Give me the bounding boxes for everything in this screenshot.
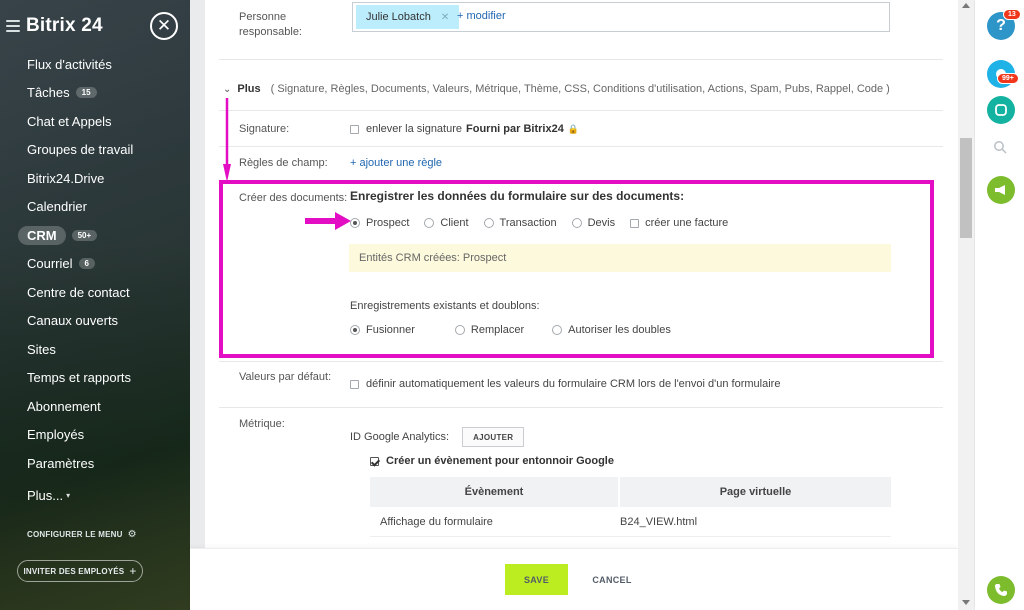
add-rule-link[interactable]: + ajouter une règle bbox=[350, 157, 442, 169]
column-header-event: Évènement bbox=[370, 477, 618, 507]
cancel-button[interactable]: CANCEL bbox=[592, 564, 631, 595]
sidebar-item-contact-center[interactable]: Centre de contact bbox=[0, 278, 190, 307]
responsible-tag[interactable]: Julie Lobatch ✕ bbox=[356, 5, 460, 29]
divider bbox=[219, 146, 943, 147]
divider bbox=[219, 361, 943, 362]
footer-bar: SAVE CANCEL bbox=[190, 548, 958, 610]
counter-badge: 6 bbox=[78, 258, 95, 270]
counter-badge: 50+ bbox=[71, 229, 98, 241]
invite-employees-button[interactable]: INVITER DES EMPLOYÉS + bbox=[17, 560, 143, 582]
table-cell: B24_VIEW.html bbox=[620, 515, 698, 528]
plus-section-toggle[interactable]: ⌄ Plus ( Signature, Règles, Documents, V… bbox=[223, 83, 890, 95]
counter-badge: 15 bbox=[75, 87, 97, 99]
remove-tag-icon[interactable]: ✕ bbox=[441, 12, 449, 23]
help-badge: 13 bbox=[1003, 9, 1021, 20]
modify-responsible-link[interactable]: + modifier bbox=[457, 10, 506, 22]
search-icon[interactable] bbox=[993, 140, 1007, 154]
megaphone-icon[interactable] bbox=[987, 176, 1015, 204]
divider bbox=[219, 110, 943, 111]
auto-default-values-option[interactable]: définir automatiquement les valeurs du f… bbox=[350, 378, 780, 390]
auto-default-values-checkbox[interactable] bbox=[350, 379, 359, 389]
phone-icon[interactable] bbox=[987, 576, 1015, 604]
responsible-field[interactable]: Julie Lobatch ✕ + modifier bbox=[352, 2, 890, 32]
google-funnel-event-option[interactable]: Créer un évènement pour entonnoir Google bbox=[370, 455, 614, 467]
scroll-up-icon[interactable] bbox=[962, 3, 970, 8]
sidebar-item-subscription[interactable]: Abonnement bbox=[0, 392, 190, 421]
arrow-down-icon bbox=[223, 98, 231, 182]
notifications-badge: 99+ bbox=[997, 73, 1019, 84]
sidebar-item-calendar[interactable]: Calendrier bbox=[0, 193, 190, 222]
logo[interactable]: Bitrix 24 bbox=[26, 15, 103, 37]
scroll-down-icon[interactable] bbox=[962, 600, 970, 605]
highlight-box bbox=[219, 180, 934, 358]
metrics-events-table: Évènement Page virtuelle Affichage du fo… bbox=[370, 477, 891, 537]
gear-icon: ⚙ bbox=[127, 529, 137, 540]
sidebar-item-workgroups[interactable]: Groupes de travail bbox=[0, 136, 190, 165]
ga-id-row: ID Google Analytics: AJOUTER bbox=[350, 427, 525, 447]
scrollbar[interactable] bbox=[958, 0, 974, 610]
table-row: Affichage du formulaire B24_VIEW.html bbox=[370, 507, 891, 537]
lock-icon: 🔒 bbox=[567, 123, 580, 134]
divider bbox=[219, 59, 943, 60]
table-cell: Affichage du formulaire bbox=[380, 515, 493, 528]
sidebar-item-tasks[interactable]: Tâches 15 bbox=[0, 79, 190, 108]
plus-icon: + bbox=[129, 564, 137, 578]
plus-section-items: ( Signature, Règles, Documents, Valeurs,… bbox=[270, 83, 890, 95]
sidebar-item-settings[interactable]: Paramètres bbox=[0, 449, 190, 478]
sidebar-item-chat[interactable]: Chat et Appels bbox=[0, 107, 190, 136]
left-sidebar: Bitrix 24 ✕ Flux d'activités Tâches 15 Ch… bbox=[0, 0, 190, 610]
remove-signature-option[interactable]: enlever la signature Fourni par Bitrix24… bbox=[350, 123, 579, 135]
sidebar-menu: Flux d'activités Tâches 15 Chat et Appels… bbox=[0, 50, 190, 510]
configure-menu-link[interactable]: CONFIGURER LE MENU ⚙ bbox=[27, 529, 137, 540]
sidebar-item-time-reports[interactable]: Temps et rapports bbox=[0, 364, 190, 393]
column-header-virtual-page: Page virtuelle bbox=[620, 477, 891, 507]
responsible-label: Personne responsable: bbox=[239, 11, 302, 38]
metrics-label: Métrique: bbox=[239, 418, 285, 430]
save-button[interactable]: SAVE bbox=[505, 564, 568, 595]
arrow-right-icon bbox=[305, 212, 351, 230]
signature-label: Signature: bbox=[239, 123, 290, 135]
sidebar-item-drive[interactable]: Bitrix24.Drive bbox=[0, 164, 190, 193]
menu-burger-icon[interactable] bbox=[6, 20, 20, 32]
sidebar-item-mail[interactable]: Courriel 6 bbox=[0, 250, 190, 279]
sidebar-item-activity-stream[interactable]: Flux d'activités bbox=[0, 50, 190, 79]
sidebar-item-more[interactable]: Plus... ▾ bbox=[0, 482, 190, 511]
default-values-label: Valeurs par défaut: bbox=[239, 371, 332, 383]
sidebar-item-sites[interactable]: Sites bbox=[0, 335, 190, 364]
table-header: Évènement Page virtuelle bbox=[370, 477, 891, 507]
scrollbar-thumb[interactable] bbox=[960, 138, 972, 238]
chevron-down-icon: ⌄ bbox=[223, 83, 232, 95]
remove-signature-checkbox[interactable] bbox=[350, 124, 359, 134]
sidebar-item-open-channels[interactable]: Canaux ouverts bbox=[0, 307, 190, 336]
field-rules-label: Règles de champ: bbox=[239, 157, 328, 169]
sidebar-item-employees[interactable]: Employés bbox=[0, 421, 190, 450]
google-funnel-event-checkbox[interactable] bbox=[370, 456, 379, 466]
sidebar-item-crm[interactable]: CRM 50+ bbox=[0, 221, 190, 250]
chevron-down-icon: ▾ bbox=[66, 491, 71, 501]
add-ga-id-button[interactable]: AJOUTER bbox=[462, 427, 525, 447]
close-icon[interactable]: ✕ bbox=[150, 12, 178, 40]
divider bbox=[219, 407, 943, 408]
chat-icon[interactable] bbox=[987, 96, 1015, 124]
right-toolbar: ? 13 99+ bbox=[974, 0, 1024, 610]
